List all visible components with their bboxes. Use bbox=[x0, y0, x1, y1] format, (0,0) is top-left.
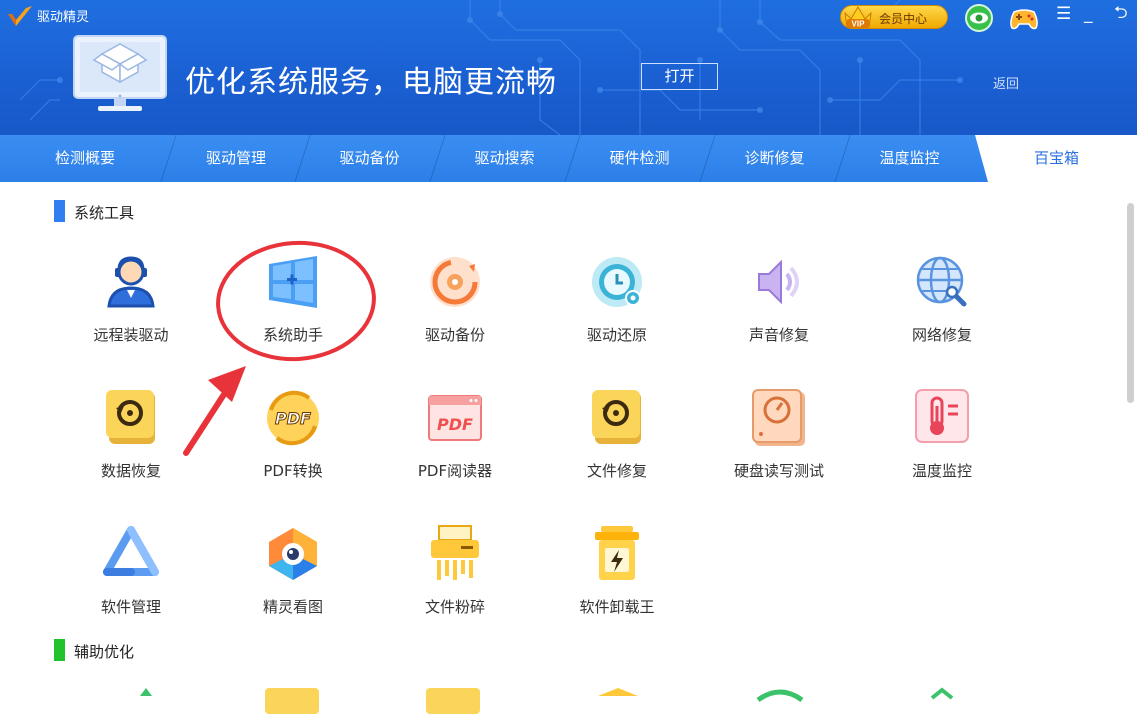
header-banner: 驱动精灵 VIP 会员中心 ☰ _ ⮌ 优化系统服务，电脑更流畅 打开 返回 bbox=[0, 0, 1137, 135]
speaker-icon bbox=[758, 259, 799, 305]
tool-temperature-monitor[interactable]: 温度监控 bbox=[862, 388, 1022, 508]
scrollbar-thumb[interactable] bbox=[1127, 203, 1134, 403]
tool-software-manager[interactable]: 软件管理 bbox=[51, 524, 211, 644]
tool-driver-restore[interactable]: 驱动还原 bbox=[537, 252, 697, 372]
image-viewer-icon bbox=[269, 528, 317, 580]
tool-driver-backup[interactable]: 驱动备份 bbox=[375, 252, 535, 372]
pdf-convert-icon: PDF bbox=[267, 390, 319, 446]
tool-label: 精灵看图 bbox=[262, 598, 323, 616]
section-title: 系统工具 bbox=[74, 204, 135, 222]
section-title: 辅助优化 bbox=[74, 643, 135, 661]
game-controller-icon[interactable] bbox=[1008, 4, 1040, 32]
windows-icon bbox=[269, 256, 317, 308]
tab-driver-backup[interactable]: 驱动备份 bbox=[302, 135, 437, 182]
return-arrow-icon[interactable]: ⮌ bbox=[1114, 4, 1134, 24]
return-link[interactable]: 返回 bbox=[993, 73, 1019, 92]
software-manager-icon bbox=[103, 526, 159, 576]
member-center-button[interactable]: VIP 会员中心 bbox=[840, 5, 948, 29]
eye-protection-icon[interactable] bbox=[964, 4, 994, 32]
tool-label: 文件粉碎 bbox=[424, 598, 485, 616]
disk-test-icon bbox=[752, 389, 805, 446]
uninstaller-icon bbox=[595, 526, 639, 580]
tool-label: 系统助手 bbox=[262, 326, 323, 344]
tool-label: 驱动还原 bbox=[586, 326, 647, 344]
tab-diagnose-repair[interactable]: 诊断修复 bbox=[707, 135, 842, 182]
driver-restore-icon bbox=[592, 257, 642, 307]
tool-label: 文件修复 bbox=[586, 462, 647, 480]
partial-tool-icon[interactable] bbox=[588, 686, 648, 714]
remote-support-icon bbox=[107, 256, 155, 308]
tool-pdf-reader[interactable]: PDF PDF阅读器 bbox=[375, 388, 535, 508]
tool-label: 声音修复 bbox=[748, 326, 809, 344]
svg-text:VIP: VIP bbox=[852, 20, 866, 29]
tool-label: 软件管理 bbox=[100, 598, 161, 616]
minimize-icon[interactable]: _ bbox=[1084, 5, 1100, 25]
tool-label: 驱动备份 bbox=[424, 326, 485, 344]
open-button[interactable]: 打开 bbox=[641, 63, 718, 90]
pdf-reader-icon: PDF bbox=[428, 395, 482, 441]
tool-label: 硬盘读写测试 bbox=[733, 462, 824, 480]
tab-driver-management[interactable]: 驱动管理 bbox=[170, 135, 302, 182]
partial-tool-icon[interactable] bbox=[750, 686, 810, 714]
tab-temperature-monitor[interactable]: 温度监控 bbox=[842, 135, 977, 182]
tool-image-viewer[interactable]: 精灵看图 bbox=[213, 524, 373, 644]
tool-file-repair[interactable]: 文件修复 bbox=[537, 388, 697, 508]
main-tab-bar: 检测概要 驱动管理 驱动备份 驱动搜索 硬件检测 诊断修复 温度监控 bbox=[0, 135, 1137, 182]
section-marker bbox=[54, 200, 65, 222]
partial-tool-icon[interactable] bbox=[912, 686, 972, 714]
app-name: 驱动精灵 bbox=[37, 10, 90, 25]
tool-data-recovery[interactable]: 数据恢复 bbox=[51, 388, 211, 508]
tool-network-repair[interactable]: 网络修复 bbox=[862, 252, 1022, 372]
banner-title: 优化系统服务，电脑更流畅 bbox=[185, 65, 557, 100]
svg-text:PDF: PDF bbox=[275, 409, 311, 428]
section-marker bbox=[54, 639, 65, 661]
shredder-icon bbox=[431, 525, 479, 580]
partial-tool-icon[interactable] bbox=[262, 686, 322, 714]
tool-sound-repair[interactable]: 声音修复 bbox=[699, 252, 859, 372]
vip-crown-icon: VIP bbox=[844, 6, 872, 29]
tool-label: 网络修复 bbox=[911, 326, 972, 344]
tool-label: PDF阅读器 bbox=[417, 462, 493, 480]
tool-pdf-convert[interactable]: PDF PDF转换 bbox=[213, 388, 373, 508]
main-menu-icon[interactable]: ☰ bbox=[1056, 5, 1072, 25]
tool-file-shredder[interactable]: 文件粉碎 bbox=[375, 524, 535, 644]
tab-driver-search[interactable]: 驱动搜索 bbox=[437, 135, 572, 182]
tool-uninstaller[interactable]: 软件卸载王 bbox=[537, 524, 697, 644]
system-services-monitor-icon bbox=[73, 35, 167, 111]
data-recovery-icon bbox=[106, 390, 155, 444]
tool-label: 软件卸载王 bbox=[579, 598, 655, 616]
tool-system-assistant[interactable]: 系统助手 bbox=[213, 252, 373, 372]
app-logo-icon bbox=[8, 6, 32, 26]
tool-label: 远程装驱动 bbox=[93, 326, 169, 344]
tool-label: 数据恢复 bbox=[100, 462, 161, 480]
partial-tool-icon[interactable] bbox=[116, 686, 176, 714]
partial-tool-icon[interactable] bbox=[423, 686, 483, 714]
driver-backup-icon bbox=[430, 257, 480, 307]
tool-label: PDF转换 bbox=[263, 462, 323, 480]
globe-wrench-icon bbox=[916, 256, 967, 307]
member-center-label: 会员中心 bbox=[879, 12, 928, 26]
tool-label: 温度监控 bbox=[911, 462, 972, 480]
svg-text:PDF: PDF bbox=[437, 415, 473, 434]
file-repair-icon bbox=[592, 390, 641, 444]
tool-disk-rw-test[interactable]: 硬盘读写测试 bbox=[699, 388, 859, 508]
thermometer-icon bbox=[915, 389, 969, 443]
tab-toolbox[interactable]: 百宝箱 bbox=[1034, 135, 1079, 182]
tab-hardware-detection[interactable]: 硬件检测 bbox=[572, 135, 707, 182]
tool-remote-driver-install[interactable]: 远程装驱动 bbox=[51, 252, 211, 372]
tab-detection-summary[interactable]: 检测概要 bbox=[0, 135, 170, 182]
